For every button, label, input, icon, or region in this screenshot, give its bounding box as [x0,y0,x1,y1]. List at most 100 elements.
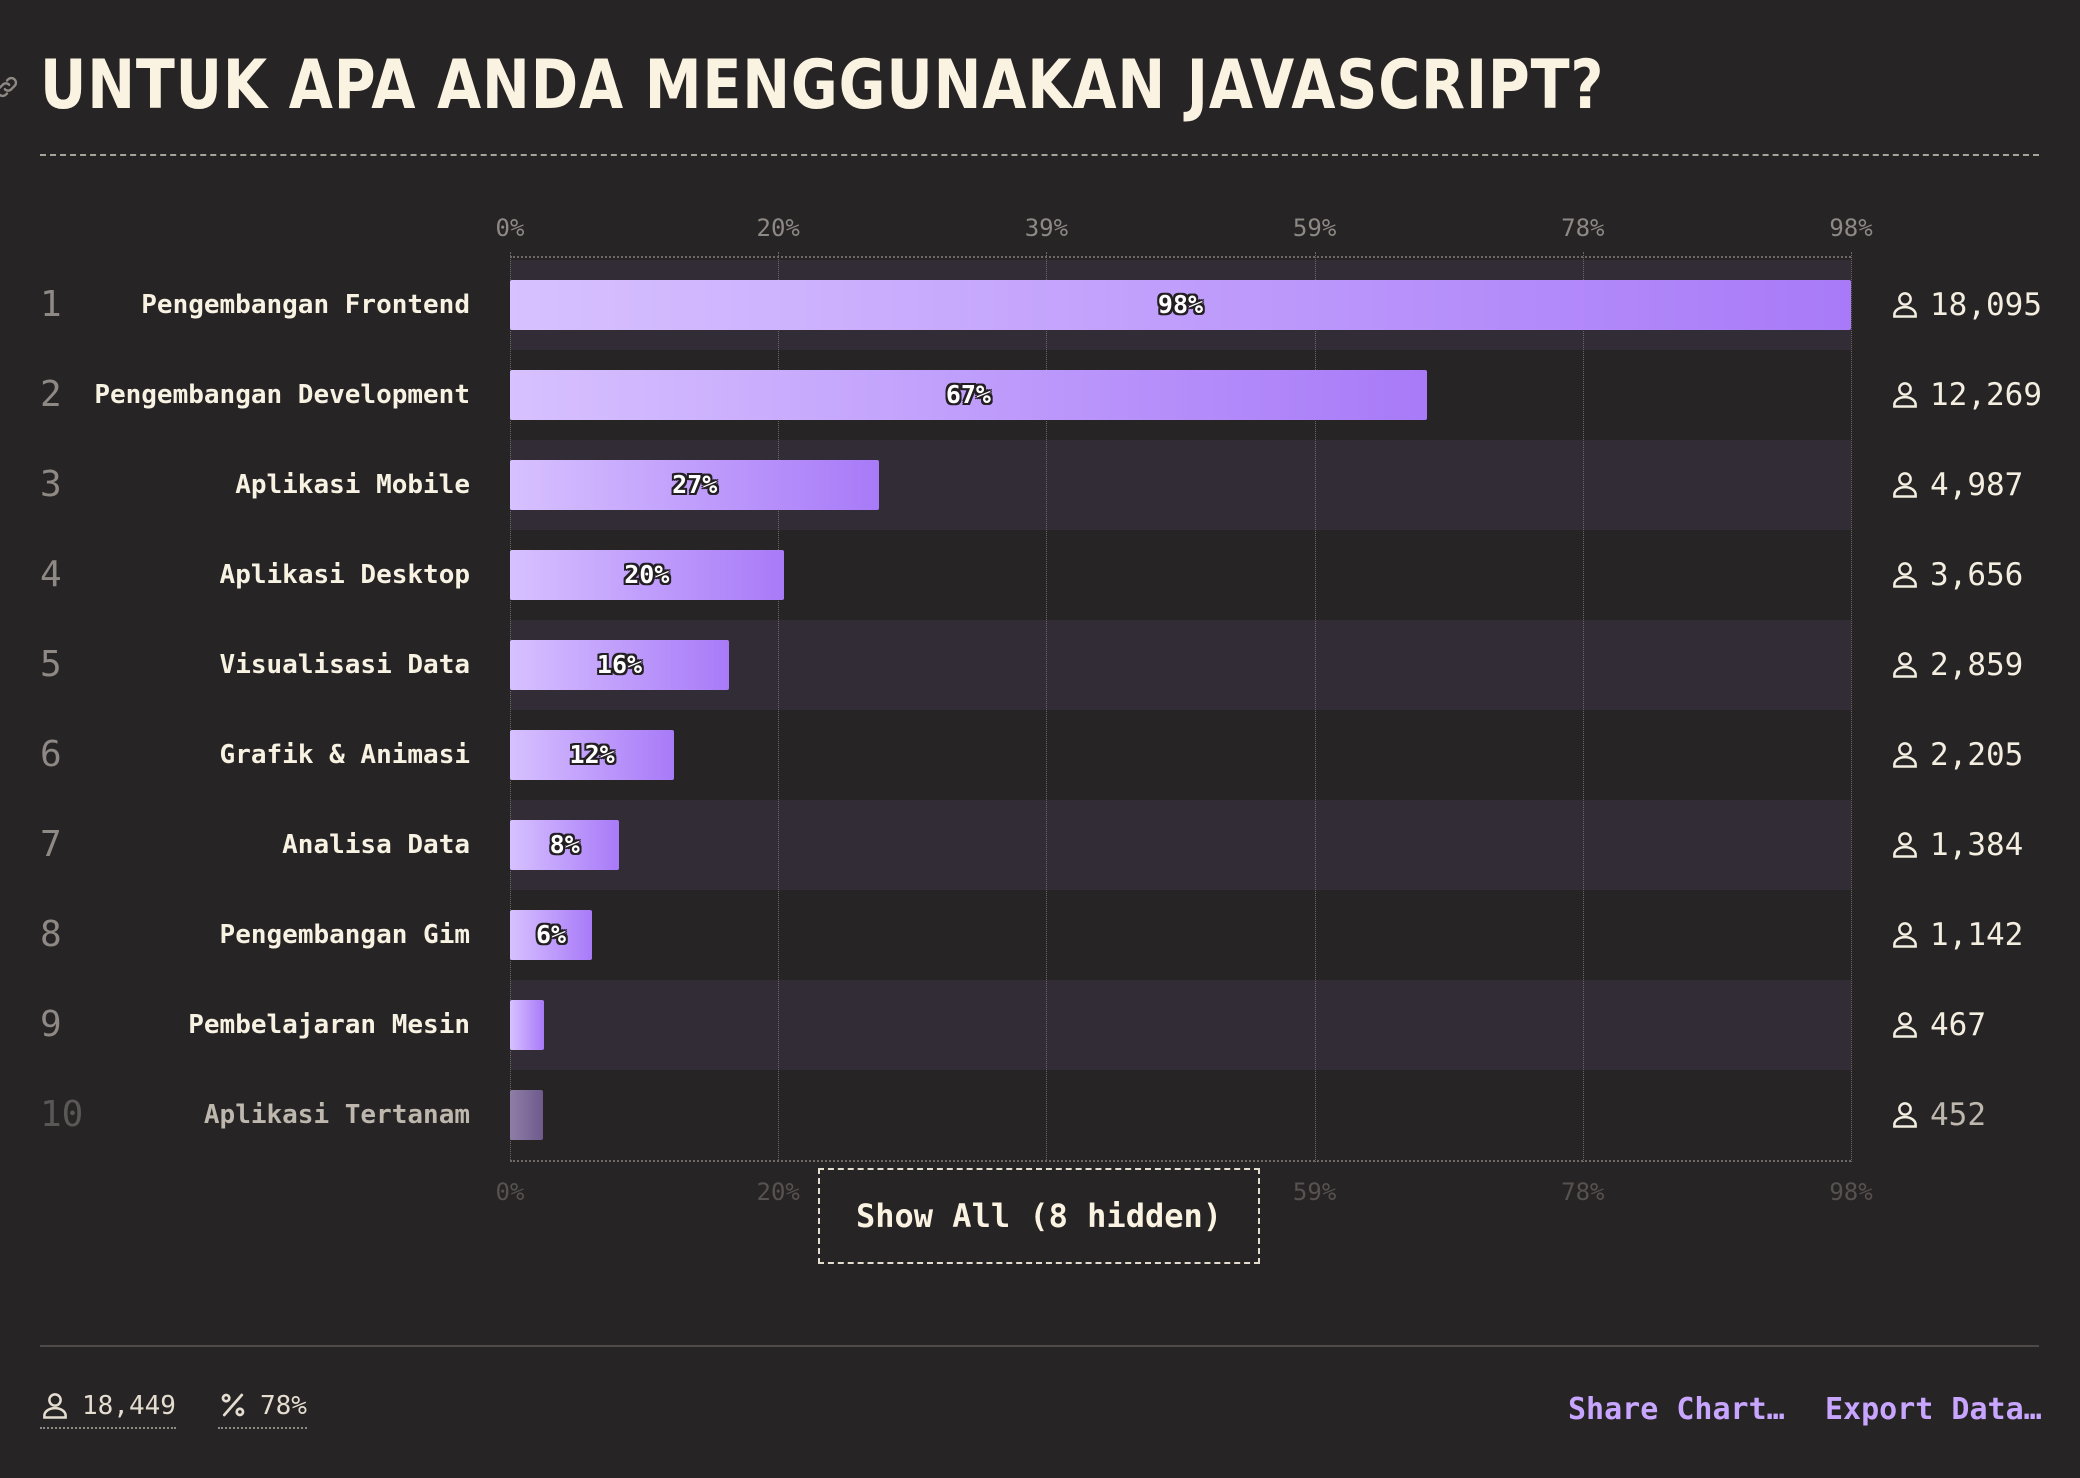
bar-value-label: 67% [945,380,991,409]
bar-value-label: 12% [569,740,615,769]
percent-icon [221,1393,245,1417]
count-value: 18,095 [1930,287,2042,323]
bar[interactable]: 12% [510,730,675,780]
category-label: Pengembangan Frontend [141,290,470,320]
category-label: Grafik & Animasi [219,740,470,770]
bar[interactable]: 20% [510,550,784,600]
axis-tick-label-bottom: 0% [495,1178,525,1206]
category-label: Visualisasi Data [219,650,470,680]
user-icon [1893,472,1917,498]
rank-number: 8 [40,914,62,955]
bar-value-label: 6% [535,920,567,949]
user-icon [1893,922,1917,948]
respondent-count: 452 [1890,1070,1986,1160]
bar-value-label: 8% [549,830,580,859]
respondents-stat[interactable]: 18,449 [40,1390,176,1429]
rank-number: 4 [40,554,62,595]
user-icon [1893,1012,1917,1038]
chart-title: UNTUK APA ANDA MENGGUNAKAN JAVASCRIPT? [40,46,1605,125]
rank-number: 2 [40,374,62,415]
respondent-count: 1,142 [1890,890,2023,980]
bar[interactable] [510,1090,543,1140]
user-icon [1893,292,1917,318]
count-value: 2,859 [1930,647,2024,683]
user-icon [1893,382,1917,408]
bar-value-label: 27% [672,470,718,499]
user-icon [1893,832,1917,858]
axis-tick-label-bottom: 78% [1561,1178,1605,1206]
count-value: 467 [1930,1007,1986,1043]
count-value: 3,656 [1930,557,2024,593]
axis-tick-label-bottom: 98% [1829,1178,1873,1206]
axis-tick-label-bottom: 20% [756,1178,800,1206]
row-band [510,1070,1851,1160]
rank-number: 9 [40,1004,62,1045]
category-label: Pengembangan Gim [219,920,470,950]
bar[interactable]: 98% [510,280,1851,330]
axis-tick-label-top: 98% [1829,214,1873,242]
count-value: 452 [1930,1097,1986,1133]
rank-number: 5 [40,644,62,685]
title-divider [40,154,2039,156]
count-value: 4,987 [1930,467,2024,503]
row-band [510,980,1851,1070]
bar[interactable]: 6% [510,910,593,960]
percentage-stat[interactable]: 78% [218,1390,307,1429]
respondent-count: 3,656 [1890,530,2023,620]
axis-tick-label-top: 20% [756,214,800,242]
respondent-count: 2,859 [1890,620,2023,710]
category-label: Pembelajaran Mesin [188,1010,470,1040]
rank-number: 1 [40,284,62,325]
respondent-count: 1,384 [1890,800,2023,890]
respondent-count: 4,987 [1890,440,2023,530]
user-icon [1893,652,1917,678]
axis-tick-label-top: 0% [495,214,525,242]
axis-line-top [510,256,1851,258]
respondent-count: 12,269 [1890,350,2042,440]
user-icon [1893,1102,1917,1128]
axis-line-bottom [510,1160,1851,1162]
respondent-count: 18,095 [1890,260,2042,350]
footer-divider [40,1345,2039,1347]
link-icon[interactable] [0,74,20,100]
bar[interactable] [510,1000,545,1050]
respondent-count: 2,205 [1890,710,2023,800]
count-value: 2,205 [1930,737,2024,773]
user-icon [43,1393,67,1419]
share-chart-link[interactable]: Share Chart… [1568,1392,1785,1427]
count-value: 1,142 [1930,917,2024,953]
bar[interactable]: 27% [510,460,880,510]
show-all-button[interactable]: Show All (8 hidden) [818,1168,1260,1264]
rank-number: 6 [40,734,62,775]
rank-number: 3 [40,464,62,505]
percentage-value: 78% [260,1391,307,1421]
bar[interactable]: 16% [510,640,729,690]
row-band [510,800,1851,890]
bar-value-label: 20% [624,560,670,589]
axis-tick-label-top: 59% [1292,214,1337,242]
user-icon [1893,562,1917,588]
row-band [510,890,1851,980]
axis-tick-label-top: 78% [1561,214,1605,242]
respondents-count: 18,449 [82,1391,176,1421]
bar[interactable]: 67% [510,370,1427,420]
category-label: Pengembangan Development [94,380,470,410]
axis-tick-label-bottom: 59% [1292,1178,1337,1206]
count-value: 1,384 [1930,827,2024,863]
export-data-link[interactable]: Export Data… [1825,1392,2042,1427]
rank-number: 10 [40,1094,84,1135]
bar-value-label: 98% [1157,290,1204,319]
respondent-count: 467 [1890,980,1986,1070]
category-label: Aplikasi Tertanam [203,1100,470,1130]
user-icon [1893,742,1917,768]
gridline [1851,252,1852,1162]
category-label: Analisa Data [282,830,470,860]
category-label: Aplikasi Mobile [235,470,470,500]
row-band [510,710,1851,800]
bar[interactable]: 8% [510,820,620,870]
bar-value-label: 16% [596,650,643,679]
rank-number: 7 [40,824,62,865]
count-value: 12,269 [1930,377,2042,413]
category-label: Aplikasi Desktop [219,560,470,590]
gridline [1582,252,1584,1162]
